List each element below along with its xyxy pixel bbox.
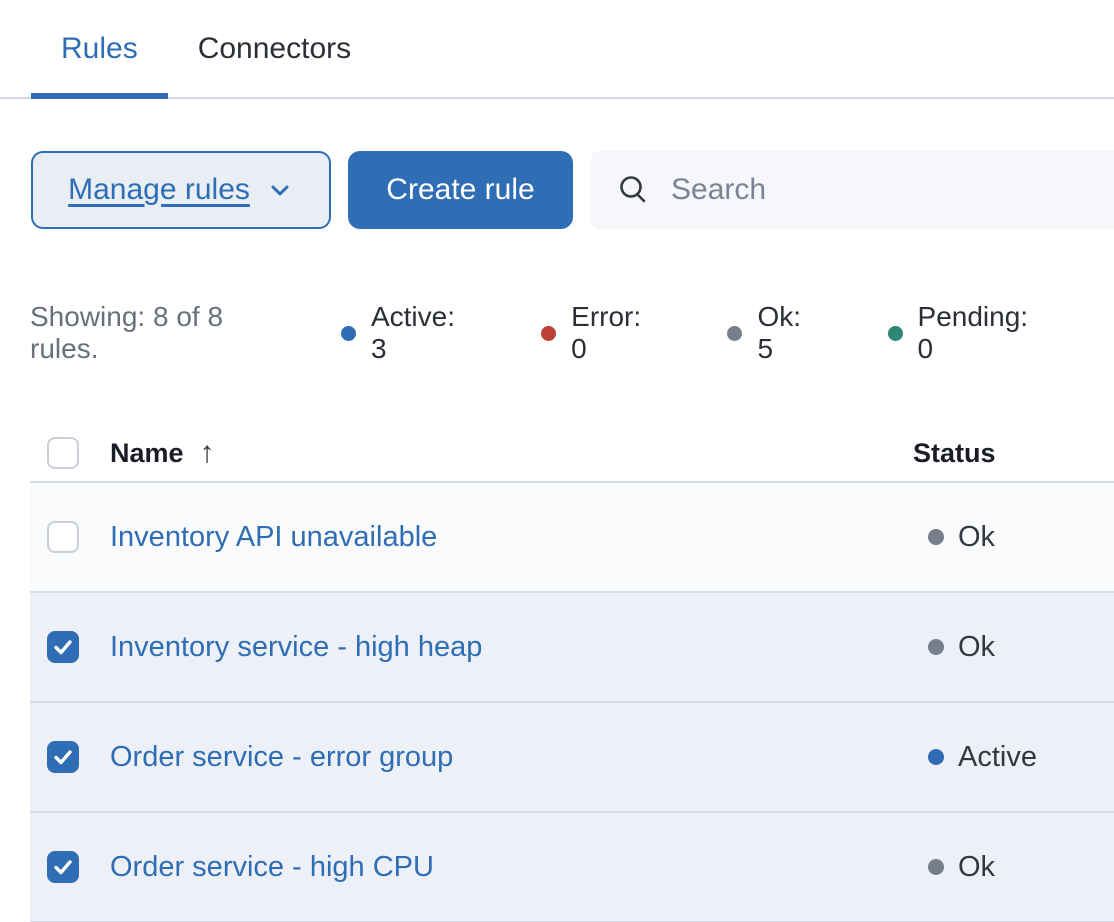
manage-rules-label: Manage rules xyxy=(68,173,250,207)
table-row: Inventory API unavailable Ok xyxy=(30,483,1114,593)
search-icon xyxy=(617,173,651,207)
create-rule-button[interactable]: Create rule xyxy=(348,151,573,229)
rule-status-dot xyxy=(928,639,944,655)
table-row: Inventory service - high heap Ok xyxy=(30,593,1114,703)
rule-name-link[interactable]: Order service - error group xyxy=(110,741,453,774)
rule-status-label: Ok xyxy=(958,851,995,884)
tabs: Rules Connectors xyxy=(0,0,1114,99)
tab-rules[interactable]: Rules xyxy=(31,0,168,97)
status-stat-label: Pending: 0 xyxy=(918,301,1050,365)
search-box[interactable] xyxy=(591,151,1114,229)
rule-name-link[interactable]: Inventory service - high heap xyxy=(110,631,482,664)
rule-status-dot xyxy=(928,529,944,545)
manage-rules-button[interactable]: Manage rules xyxy=(31,151,331,229)
showing-count-text: Showing: 8 of 8 rules. xyxy=(30,301,297,365)
rules-table: Name ↑ Status Inventory API unavailable … xyxy=(30,425,1114,922)
column-header-status: Status xyxy=(913,438,996,469)
chevron-down-icon xyxy=(266,176,294,204)
status-stat-label: Ok: 5 xyxy=(757,301,823,365)
rule-status-label: Ok xyxy=(958,521,995,554)
sort-ascending-icon[interactable]: ↑ xyxy=(200,438,215,468)
row-checkbox[interactable] xyxy=(47,851,79,883)
tab-label: Connectors xyxy=(198,32,351,66)
tab-label: Rules xyxy=(61,32,138,66)
create-rule-label: Create rule xyxy=(386,173,534,207)
status-stat: Pending: 0 xyxy=(888,301,1050,365)
table-row: Order service - high CPU Ok xyxy=(30,813,1114,922)
status-stat-label: Error: 0 xyxy=(571,301,663,365)
rule-name-link[interactable]: Inventory API unavailable xyxy=(110,521,437,554)
status-stat-label: Active: 3 xyxy=(371,301,477,365)
select-all-checkbox[interactable] xyxy=(47,437,79,469)
column-header-name[interactable]: Name xyxy=(110,438,184,469)
search-input[interactable] xyxy=(671,173,1114,207)
row-checkbox[interactable] xyxy=(47,631,79,663)
rule-name-link[interactable]: Order service - high CPU xyxy=(110,851,434,884)
tab-connectors[interactable]: Connectors xyxy=(168,0,381,97)
row-checkbox[interactable] xyxy=(47,741,79,773)
status-stat: Error: 0 xyxy=(541,301,663,365)
toolbar: Manage rules Create rule xyxy=(31,151,1114,229)
summary-bar: Showing: 8 of 8 rules. Active: 3 Error: … xyxy=(30,301,1114,365)
rules-table-body: Inventory API unavailable Ok Inventory s… xyxy=(30,483,1114,922)
rules-page: Rules Connectors Manage rules Create rul… xyxy=(0,0,1114,922)
status-dot xyxy=(888,326,903,341)
rule-status-dot xyxy=(928,749,944,765)
status-stat: Active: 3 xyxy=(341,301,477,365)
status-dot xyxy=(341,326,356,341)
row-checkbox[interactable] xyxy=(47,521,79,553)
rule-status-dot xyxy=(928,859,944,875)
rule-status-label: Active xyxy=(958,741,1037,774)
rule-status-label: Ok xyxy=(958,631,995,664)
status-stat: Ok: 5 xyxy=(727,301,823,365)
status-dot xyxy=(727,326,742,341)
table-row: Order service - error group Active xyxy=(30,703,1114,813)
status-dot xyxy=(541,326,556,341)
table-header-row: Name ↑ Status xyxy=(30,425,1114,483)
